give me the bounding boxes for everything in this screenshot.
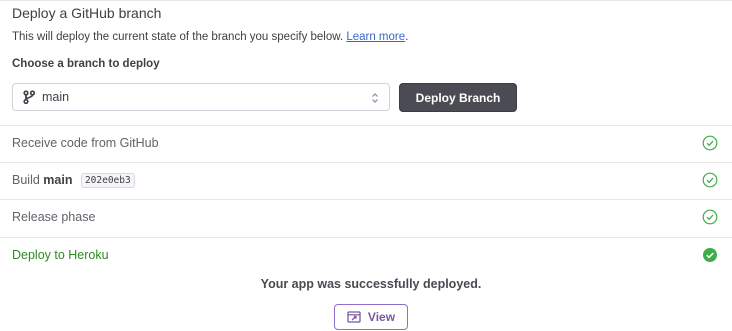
commit-hash-badge: 202e0eb3: [80, 172, 135, 188]
check-circle-outline-icon: [702, 135, 718, 151]
step-label: Build main 202e0eb3: [12, 172, 135, 188]
step-label: Deploy to Heroku: [12, 248, 109, 262]
deploy-branch-button[interactable]: Deploy Branch: [399, 83, 517, 112]
check-circle-outline-icon: [702, 209, 718, 225]
branch-picker-label: Choose a branch to deploy: [12, 58, 160, 70]
view-button-label: View: [367, 310, 396, 324]
git-branch-icon: [22, 89, 36, 105]
check-circle-outline-icon: [702, 172, 718, 188]
step-label-prefix: Build: [12, 172, 40, 187]
step-label: Receive code from GitHub: [12, 136, 159, 150]
step-deploy-to-heroku: Deploy to Heroku: [0, 237, 732, 273]
check-circle-filled-icon: [702, 247, 718, 263]
branch-select-value: main: [42, 90, 70, 104]
step-build: Build main 202e0eb3: [0, 162, 732, 198]
view-app-button[interactable]: View: [334, 304, 408, 330]
branch-name: main: [43, 172, 73, 187]
learn-more-link[interactable]: Learn more: [346, 31, 405, 43]
step-release-phase: Release phase: [0, 199, 732, 235]
description-period: .: [405, 31, 409, 43]
top-border: [0, 0, 732, 1]
step-label: Release phase: [12, 210, 96, 224]
deploy-success-message: Your app was successfully deployed.: [260, 277, 482, 291]
select-arrows-icon: [370, 91, 380, 105]
branch-select[interactable]: main: [12, 83, 390, 111]
section-description: This will deploy the current state of th…: [12, 31, 408, 43]
description-text: This will deploy the current state of th…: [12, 31, 344, 43]
step-receive-code: Receive code from GitHub: [0, 125, 732, 161]
external-window-icon: [347, 311, 361, 323]
section-title: Deploy a GitHub branch: [12, 5, 162, 21]
